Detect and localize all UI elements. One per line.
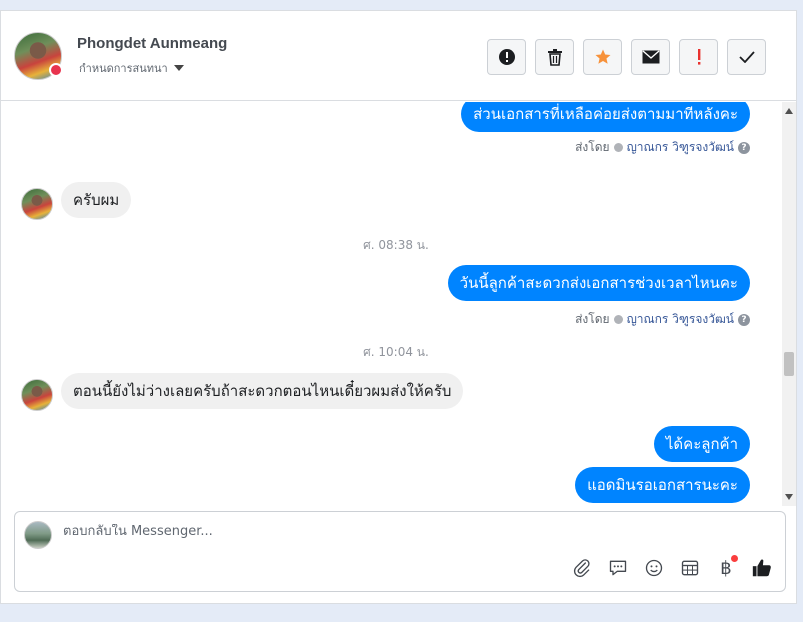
star-icon	[595, 49, 610, 64]
timestamp: ศ. 10:04 น.	[363, 345, 429, 359]
appointment-button[interactable]	[677, 555, 703, 581]
page-icon	[613, 143, 623, 152]
incoming-message: ครับผม	[61, 182, 132, 218]
conversation-settings-label: กำหนดการสนทนา	[79, 62, 168, 75]
outgoing-message: ส่วนเอกสารที่เหลือค่อยส่งตามมาทีหลังคะ	[461, 102, 750, 132]
envelope-icon	[642, 50, 659, 64]
composer-toolbar: ฿	[569, 555, 775, 581]
caret-down-icon	[173, 65, 184, 71]
incoming-message: ตอนนี้ยังไม่ว่างเลยครับถ้าสะดวกตอนไหนเดี…	[61, 373, 464, 409]
contact-avatar[interactable]	[14, 32, 63, 80]
emoji-button[interactable]	[641, 555, 667, 581]
paperclip-icon	[573, 559, 590, 578]
heart-badge-icon	[49, 63, 63, 77]
scrollbar-thumb[interactable]	[784, 352, 794, 376]
thread-scrollbar[interactable]	[782, 102, 796, 506]
check-icon	[738, 51, 755, 63]
message-thread[interactable]: ส่วนเอกสารที่เหลือค่อยส่งตามมาทีหลังคะ ส…	[1, 102, 796, 506]
contact-name[interactable]: Phongdet Aunmeang	[77, 35, 227, 52]
page-icon	[613, 315, 623, 324]
notification-dot	[731, 555, 738, 562]
payment-button[interactable]: ฿	[713, 555, 739, 581]
timestamp: ศ. 08:38 น.	[363, 238, 429, 252]
sent-by-label: ส่งโดย	[575, 312, 610, 326]
contact-avatar-small[interactable]	[21, 379, 53, 411]
outgoing-message: วันนี้ลูกค้าสะดวกส่งเอกสารช่วงเวลาไหนคะ	[447, 265, 750, 301]
calendar-table-icon	[681, 560, 699, 576]
attach-button[interactable]	[569, 555, 595, 581]
help-icon[interactable]: ?	[738, 141, 750, 154]
reply-composer: ฿	[14, 511, 786, 592]
conversation-settings-dropdown[interactable]: กำหนดการสนทนา	[79, 59, 184, 77]
follow-up-button[interactable]	[679, 39, 718, 75]
smiley-icon	[645, 559, 663, 577]
alert-circle-icon	[498, 49, 515, 65]
delete-button[interactable]	[535, 39, 574, 75]
sent-by-label: ส่งโดย	[575, 140, 610, 154]
star-button[interactable]	[583, 39, 622, 75]
agent-name-link[interactable]: ญาณกร วิฑูรจงวัฒน์	[627, 310, 734, 329]
chat-bubble-icon	[609, 560, 627, 576]
like-button[interactable]	[749, 555, 775, 581]
contact-avatar-small[interactable]	[21, 188, 53, 220]
outgoing-message: แอดมินรอเอกสารนะคะ	[575, 467, 750, 503]
conversation-panel: Phongdet Aunmeang กำหนดการสนทนา ส่วนเอกส…	[0, 10, 797, 604]
exclamation-icon	[697, 49, 700, 65]
sent-by-info: ส่งโดย ญาณกร วิฑูรจงวัฒน์ ?	[575, 138, 750, 157]
scroll-up-arrow-icon[interactable]	[785, 108, 793, 114]
thumbs-up-icon	[752, 559, 771, 577]
agent-name-link[interactable]: ญาณกร วิฑูรจงวัฒน์	[627, 138, 734, 157]
sent-by-info: ส่งโดย ญาณกร วิฑูรจงวัฒน์ ?	[575, 310, 750, 329]
mark-unread-button[interactable]	[631, 39, 670, 75]
spam-button[interactable]	[487, 39, 526, 75]
trash-icon	[547, 49, 562, 66]
done-button[interactable]	[727, 39, 766, 75]
page-avatar	[24, 521, 52, 549]
saved-replies-button[interactable]	[605, 555, 631, 581]
reply-input[interactable]	[63, 524, 763, 539]
baht-icon: ฿	[720, 557, 732, 579]
conversation-actions	[487, 39, 766, 75]
outgoing-message: ได้คะลูกค้า	[653, 426, 750, 462]
help-icon[interactable]: ?	[738, 313, 750, 326]
scroll-down-arrow-icon[interactable]	[785, 494, 793, 500]
conversation-header: Phongdet Aunmeang กำหนดการสนทนา	[1, 11, 796, 101]
